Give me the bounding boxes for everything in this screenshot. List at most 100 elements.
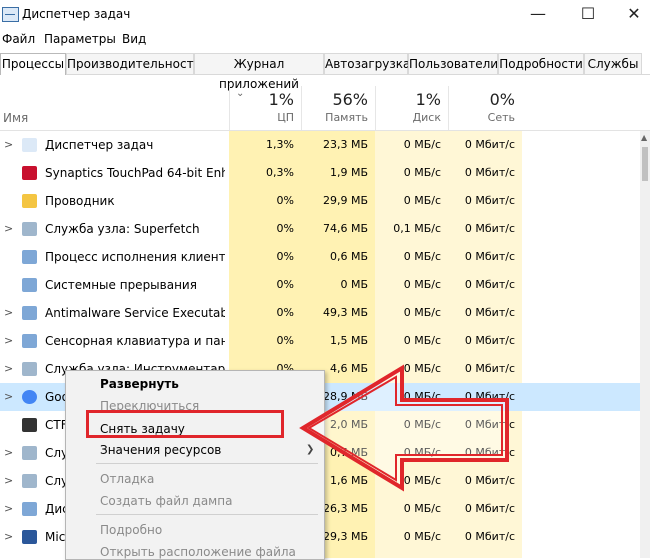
highlight-box	[86, 410, 284, 438]
process-row[interactable]: Системные прерывания 0% 0 МБ 0 МБ/с 0 Мбит/с	[0, 271, 640, 299]
disk-value: 0 МБ/с	[403, 418, 441, 431]
synaptics-icon	[22, 166, 37, 180]
keyboard-icon	[22, 334, 37, 348]
close-button[interactable]: ✕	[612, 0, 650, 30]
window-icon	[22, 306, 37, 320]
menu-item-expand[interactable]: Развернуть	[100, 377, 179, 391]
expand-chevron-icon[interactable]: >	[4, 502, 13, 515]
window-icon	[22, 250, 37, 264]
tab-services[interactable]: Службы	[584, 53, 642, 74]
cpu-value: 0%	[276, 334, 294, 347]
menu-item-resource-values[interactable]: Значения ресурсов	[100, 443, 221, 457]
network-value: 0 Мбит/с	[464, 390, 515, 403]
memory-value: 74,6 МБ	[322, 222, 368, 235]
process-name: Synaptics TouchPad 64-bit Enh...	[45, 166, 225, 180]
cpu-label: ЦП	[277, 111, 294, 124]
disk-value: 0 МБ/с	[403, 390, 441, 403]
process-name: Диспетчер задач	[45, 138, 154, 152]
word-icon	[22, 530, 37, 544]
sort-chevron-icon[interactable]: ⌄	[236, 88, 244, 99]
process-name: Проводник	[45, 194, 115, 208]
disk-value: 0 МБ/с	[403, 250, 441, 263]
menu-view[interactable]: Вид	[122, 32, 146, 46]
scroll-up-icon[interactable]: ▲	[641, 133, 647, 142]
network-value: 0 Мбит/с	[464, 418, 515, 431]
maximize-button[interactable]: ☐	[566, 0, 610, 30]
menu-separator	[96, 514, 318, 515]
process-row[interactable]: > Antimalware Service Executable 0% 49,3 МБ…	[0, 299, 640, 327]
expand-chevron-icon[interactable]: >	[4, 474, 13, 487]
task-manager-icon	[22, 138, 37, 152]
tab-performance[interactable]: Производительность	[66, 53, 201, 74]
minimize-button[interactable]: —	[516, 0, 560, 30]
cpu-value: 0%	[276, 278, 294, 291]
memory-value: 0 МБ	[340, 278, 368, 291]
disk-value: 0 МБ/с	[403, 278, 441, 291]
memory-total: 56%	[332, 90, 368, 109]
process-row[interactable]: > Сенсорная клавиатура и пане... 0% 1,5 МБ 0…	[0, 327, 640, 355]
memory-label: Память	[325, 111, 368, 124]
menu-item-open-location: Открыть расположение файла	[100, 545, 296, 559]
memory-value: 23,3 МБ	[322, 138, 368, 151]
process-row[interactable]: > Служба узла: Superfetch 0% 74,6 МБ 0,1 МБ/…	[0, 215, 640, 243]
network-value: 0 Мбит/с	[464, 222, 515, 235]
disk-total: 1%	[415, 90, 441, 109]
disk-value: 0 МБ/с	[403, 194, 441, 207]
cpu-value: 0,3%	[266, 166, 294, 179]
expand-chevron-icon[interactable]: >	[4, 138, 13, 151]
network-value: 0 Мбит/с	[464, 474, 515, 487]
column-name[interactable]: Имя	[3, 111, 28, 125]
process-row[interactable]: Synaptics TouchPad 64-bit Enh... 0,3% 1,9 …	[0, 159, 640, 187]
expand-chevron-icon[interactable]: >	[4, 362, 13, 375]
expand-chevron-icon[interactable]: >	[4, 446, 13, 459]
tab-processes[interactable]: Процессы	[0, 53, 66, 75]
disk-value: 0 МБ/с	[403, 474, 441, 487]
process-name: Сенсорная клавиатура и пане...	[45, 334, 225, 348]
context-menu: Развернуть Переключиться Снять задачу Зн…	[65, 370, 325, 560]
menu-item-details: Подробно	[100, 523, 163, 537]
memory-value: 29,9 МБ	[322, 194, 368, 207]
menu-bar: Файл Параметры Вид	[0, 30, 650, 50]
window-icon	[22, 502, 37, 516]
menu-options[interactable]: Параметры	[44, 32, 116, 46]
tab-users[interactable]: Пользователи	[408, 53, 498, 74]
window-title: Диспетчер задач	[22, 7, 131, 21]
expand-chevron-icon[interactable]: >	[4, 306, 13, 319]
expand-chevron-icon[interactable]: >	[4, 390, 13, 403]
cpu-value: 0%	[276, 222, 294, 235]
tab-strip: Процессы Производительность Журнал прило…	[0, 52, 650, 91]
process-name: Antimalware Service Executable	[45, 306, 225, 320]
process-row[interactable]: Проводник 0% 29,9 МБ 0 МБ/с 0 Мбит/с	[0, 187, 640, 215]
memory-value: 49,3 МБ	[322, 306, 368, 319]
process-row[interactable]: > Диспетчер задач 1,3% 23,3 МБ 0 МБ/с 0 Мбит/…	[0, 131, 640, 159]
ctf-icon	[22, 418, 37, 432]
process-row[interactable]: Процесс исполнения клиент-... 0% 0,6 МБ 0 М…	[0, 243, 640, 271]
menu-item-debug: Отладка	[100, 472, 155, 486]
tab-details[interactable]: Подробности	[498, 53, 584, 74]
tab-app-history[interactable]: Журнал приложений	[194, 53, 324, 91]
scrollbar-thumb[interactable]	[642, 147, 648, 181]
disk-value: 0 МБ/с	[403, 502, 441, 515]
disk-label: Диск	[412, 111, 441, 124]
network-value: 0 Мбит/с	[464, 138, 515, 151]
cpu-value: 0%	[276, 194, 294, 207]
disk-value: 0,1 МБ/с	[393, 222, 441, 235]
column-network[interactable]: 0% Сеть	[448, 86, 523, 130]
network-value: 0 Мбит/с	[464, 278, 515, 291]
network-value: 0 Мбит/с	[464, 530, 515, 543]
expand-chevron-icon[interactable]: >	[4, 334, 13, 347]
column-disk[interactable]: 1% Диск	[375, 86, 449, 130]
vertical-scrollbar[interactable]: ▲	[640, 131, 650, 558]
disk-value: 0 МБ/с	[403, 334, 441, 347]
cpu-total: 1%	[268, 90, 294, 109]
network-value: 0 Мбит/с	[464, 502, 515, 515]
column-memory[interactable]: 56% Память	[301, 86, 376, 130]
disk-value: 0 МБ/с	[403, 166, 441, 179]
expand-chevron-icon[interactable]: >	[4, 530, 13, 543]
expand-chevron-icon[interactable]: >	[4, 222, 13, 235]
network-value: 0 Мбит/с	[464, 250, 515, 263]
menu-file[interactable]: Файл	[2, 32, 35, 46]
network-value: 0 Мбит/с	[464, 362, 515, 375]
cpu-value: 1,3%	[266, 138, 294, 151]
tab-startup[interactable]: Автозагрузка	[324, 53, 410, 74]
